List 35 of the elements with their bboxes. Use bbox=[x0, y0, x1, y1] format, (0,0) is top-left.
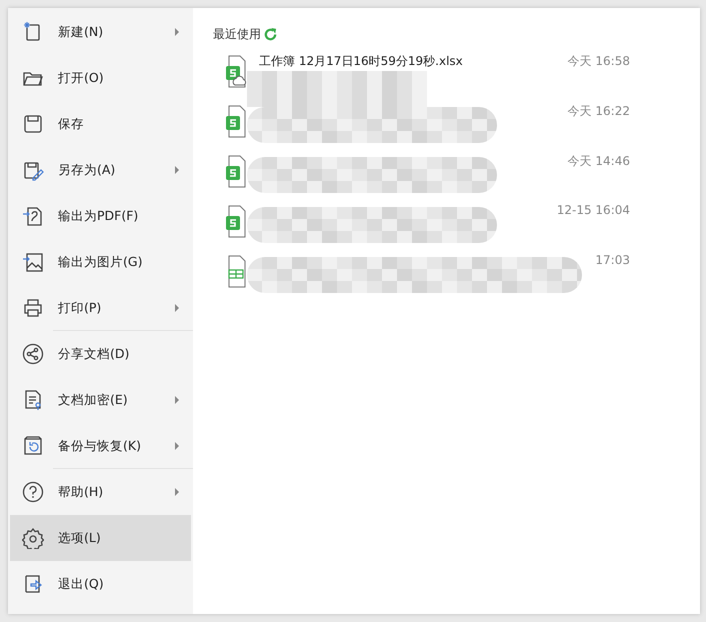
submenu-arrow-icon bbox=[175, 28, 179, 36]
submenu-arrow-icon bbox=[175, 396, 179, 404]
menu-item-icon bbox=[22, 481, 44, 503]
menu-item[interactable]: 备份与恢复(K) bbox=[10, 423, 191, 469]
menu-item[interactable]: 保存 bbox=[10, 101, 191, 147]
menu-item-icon bbox=[22, 527, 44, 549]
menu-item-icon bbox=[22, 297, 44, 319]
menu-item-icon bbox=[22, 343, 44, 365]
section-title: 最近使用 bbox=[213, 26, 261, 43]
menu-item[interactable]: 输出为PDF(F) bbox=[10, 193, 191, 239]
menu-item[interactable]: 退出(Q) bbox=[10, 561, 191, 607]
file-time: 今天 16:22 bbox=[566, 103, 630, 120]
file-name[interactable]: 工作簿 12月17日16时59分19秒.xlsx bbox=[259, 53, 550, 70]
menu-item[interactable]: 选项(L) bbox=[10, 515, 191, 561]
file-time: 今天 14:46 bbox=[566, 153, 630, 170]
submenu-arrow-icon bbox=[175, 166, 179, 174]
menu-item-icon bbox=[22, 251, 44, 273]
menu-item[interactable]: 帮助(H) bbox=[10, 469, 191, 515]
submenu-arrow-icon bbox=[175, 488, 179, 496]
menu-item[interactable]: 另存为(A) bbox=[10, 147, 191, 193]
menu-item[interactable]: 输出为图片(G) bbox=[10, 239, 191, 285]
file-time: 17:03 bbox=[594, 253, 630, 267]
menu-item[interactable]: 打印(P) bbox=[10, 285, 191, 331]
menu-item-icon bbox=[22, 113, 44, 135]
menu-item[interactable]: 分享文档(D) bbox=[10, 331, 191, 377]
file-time: 今天 16:58 bbox=[566, 53, 630, 70]
refresh-icon[interactable] bbox=[263, 27, 278, 42]
submenu-arrow-icon bbox=[175, 304, 179, 312]
file-time: 12-15 16:04 bbox=[556, 203, 630, 217]
submenu-arrow-icon bbox=[175, 442, 179, 450]
menu-item[interactable]: 文档加密(E) bbox=[10, 377, 191, 423]
menu-item[interactable]: 新建(N) bbox=[10, 9, 191, 55]
menu-item[interactable]: 打开(O) bbox=[10, 55, 191, 101]
menu-item-icon bbox=[22, 205, 44, 227]
menu-item-icon bbox=[22, 435, 44, 457]
